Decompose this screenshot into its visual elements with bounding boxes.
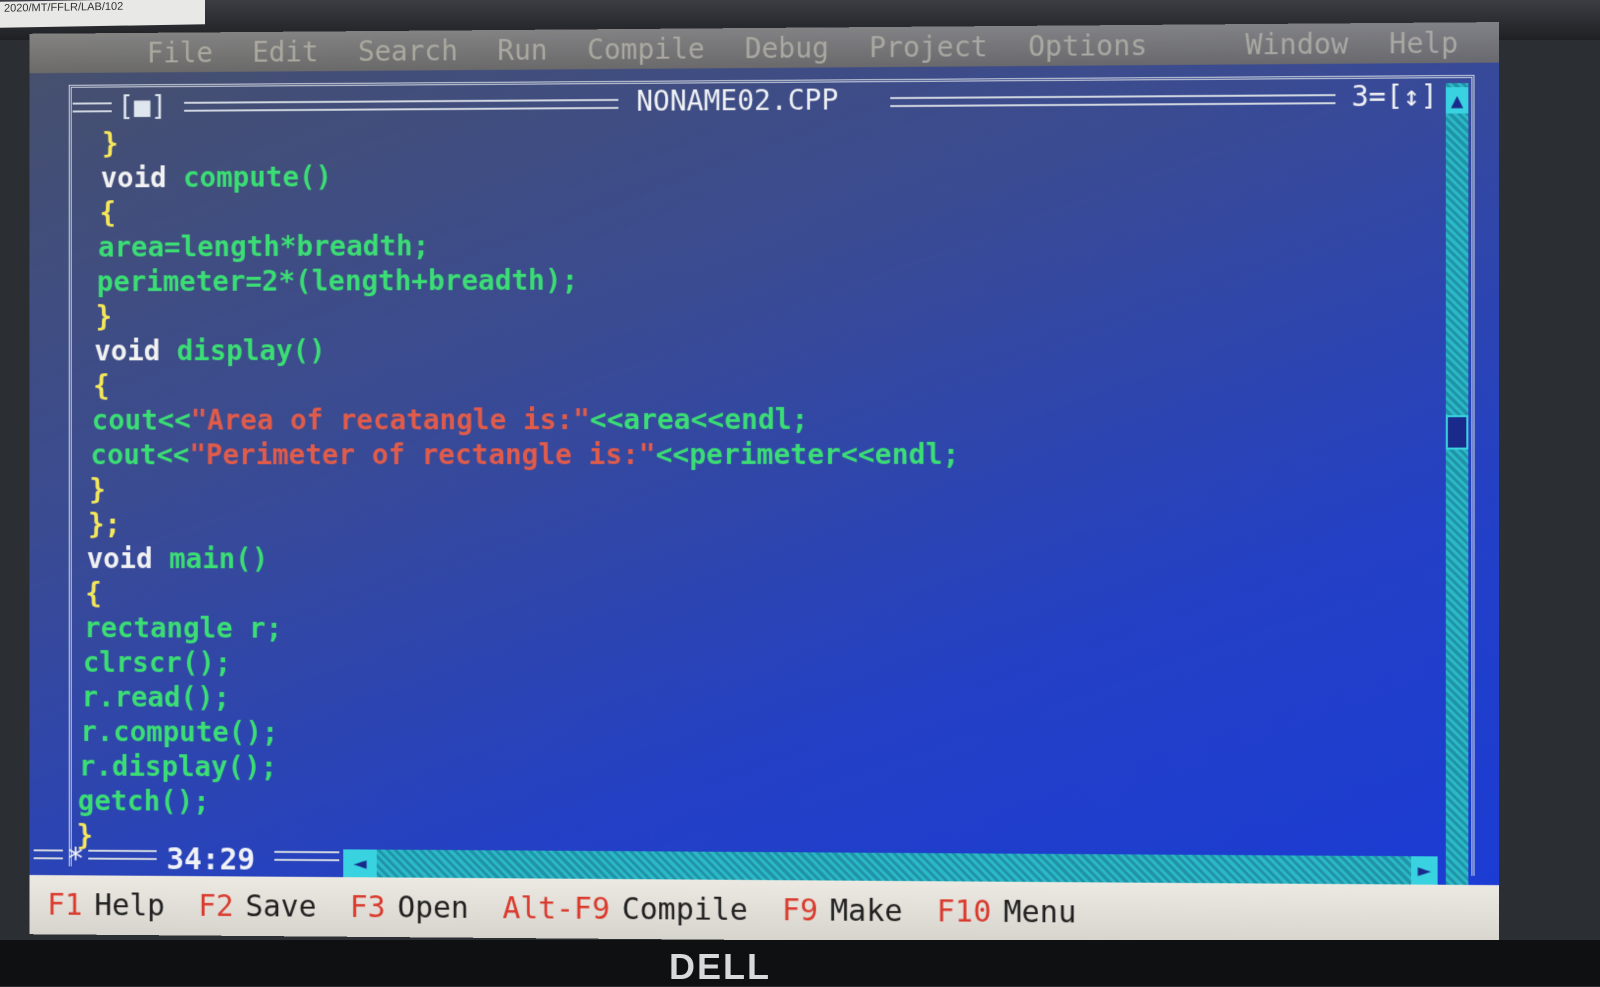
code-token: <<area<<endl;: [590, 403, 809, 436]
zoom-box-icon[interactable]: [↕]: [1386, 79, 1438, 113]
window-filename: NONAME02.CPP: [620, 83, 854, 118]
window-number-zoom: 3=[↕]: [1351, 79, 1437, 113]
code-line[interactable]: void display(): [94, 330, 1435, 368]
code-token: perimeter=2*(length+breadth);: [97, 264, 578, 298]
key-f1-label[interactable]: Help: [94, 888, 165, 923]
menu-edit[interactable]: Edit: [252, 35, 318, 68]
code-token: r.compute();: [80, 715, 278, 749]
code-line[interactable]: cout<<"Area of recatangle is:"<<area<<en…: [92, 401, 1436, 438]
code-token: main(): [169, 542, 268, 575]
code-token: void: [87, 542, 169, 575]
vertical-scroll-thumb[interactable]: [1446, 415, 1469, 449]
code-token: void: [94, 335, 176, 368]
key-f10-label[interactable]: Menu: [1003, 894, 1076, 930]
code-token: area=length*breadth;: [98, 229, 429, 263]
menu-search[interactable]: Search: [358, 34, 458, 68]
key-f10[interactable]: F10: [937, 894, 992, 930]
key-f3[interactable]: F3: [350, 890, 386, 925]
code-line[interactable]: {: [99, 189, 1435, 230]
menu-project[interactable]: Project: [869, 30, 988, 64]
code-token: getch();: [78, 784, 210, 817]
code-token: clrscr();: [83, 646, 231, 679]
window-number: 3: [1351, 80, 1368, 113]
key-f1[interactable]: F1: [47, 887, 82, 922]
vertical-scrollbar[interactable]: ▲ ▼: [1446, 83, 1469, 923]
key-alt-f9-label[interactable]: Compile: [622, 892, 748, 928]
asset-sticker: 2020/MT/FFLR/LAB/102: [0, 0, 205, 28]
scroll-up-arrow-icon[interactable]: ▲: [1446, 87, 1469, 113]
cursor-position: 34:29: [166, 842, 255, 877]
code-token: r.display();: [79, 750, 277, 784]
frame-line-bottom-right: [274, 851, 339, 861]
key-f3-label[interactable]: Open: [397, 890, 468, 925]
code-line[interactable]: perimeter=2*(length+breadth);: [97, 259, 1436, 299]
code-line[interactable]: rectangle r;: [84, 611, 1435, 649]
code-token: "Area of recatangle is:": [191, 403, 590, 436]
code-token: {: [93, 369, 109, 402]
code-token: <<perimeter<<endl;: [656, 438, 960, 471]
menu-help[interactable]: Help: [1389, 26, 1458, 60]
code-line[interactable]: {: [85, 576, 1435, 614]
menu-run[interactable]: Run: [497, 33, 547, 66]
scroll-right-arrow-icon[interactable]: ►: [1411, 856, 1438, 887]
frame-line-bottom-mid: [88, 850, 156, 860]
code-token: {: [99, 196, 115, 229]
scroll-left-arrow-icon[interactable]: ◄: [343, 849, 377, 879]
code-token: "Perimeter of rectangle is:": [189, 438, 655, 471]
monitor-bezel-bottom: [0, 940, 1600, 986]
menu-debug[interactable]: Debug: [745, 31, 829, 65]
frame-line-bottom-left: [34, 849, 63, 859]
code-line[interactable]: r.read();: [82, 680, 1436, 720]
code-token: cout<<: [92, 404, 191, 437]
key-f9-label[interactable]: Make: [830, 893, 902, 929]
code-token: }: [96, 300, 112, 333]
code-token: cout<<: [91, 438, 190, 471]
code-token: r.read();: [82, 681, 230, 714]
menu-options[interactable]: Options: [1028, 28, 1147, 62]
function-key-bar: F1 Help F2 Save F3 Open Alt-F9 Compile F9 Mak…: [30, 875, 1499, 946]
code-token: };: [88, 508, 121, 541]
frame-line-mid-right: [890, 94, 1335, 107]
code-editor[interactable]: }void compute(){area=length*breadth;peri…: [77, 118, 1436, 862]
code-line[interactable]: };: [88, 507, 1436, 543]
code-token: display(): [177, 334, 326, 367]
code-line[interactable]: area=length*breadth;: [98, 224, 1435, 265]
code-line[interactable]: void main(): [87, 541, 1436, 578]
key-alt-f9[interactable]: Alt-F9: [502, 891, 610, 927]
key-f2-label[interactable]: Save: [245, 889, 316, 924]
monitor-brand-logo: DELL: [650, 948, 790, 986]
code-line[interactable]: }: [96, 295, 1436, 334]
code-line[interactable]: clrscr();: [83, 645, 1436, 684]
menu-window[interactable]: Window: [1245, 27, 1348, 61]
frame-line-left: [73, 102, 112, 112]
modified-marker: *: [67, 842, 85, 877]
code-line[interactable]: {: [93, 366, 1436, 403]
code-line[interactable]: cout<<"Perimeter of rectangle is:"<<peri…: [91, 436, 1436, 472]
code-token: compute(): [183, 160, 332, 194]
close-box-icon[interactable]: [■]: [118, 90, 167, 123]
code-token: rectangle r;: [84, 611, 282, 644]
code-token: {: [85, 577, 101, 610]
code-token: }: [102, 127, 118, 160]
code-line[interactable]: }: [89, 472, 1435, 507]
key-f2[interactable]: F2: [198, 889, 233, 924]
key-f9[interactable]: F9: [782, 893, 818, 928]
frame-line-mid-left: [184, 99, 618, 112]
turbo-cpp-screen: File Edit Search Run Compile Debug Proje…: [30, 22, 1499, 946]
code-token: void: [101, 161, 183, 194]
menu-file[interactable]: File: [147, 36, 213, 69]
menu-compile[interactable]: Compile: [587, 32, 704, 66]
code-token: }: [89, 473, 105, 506]
